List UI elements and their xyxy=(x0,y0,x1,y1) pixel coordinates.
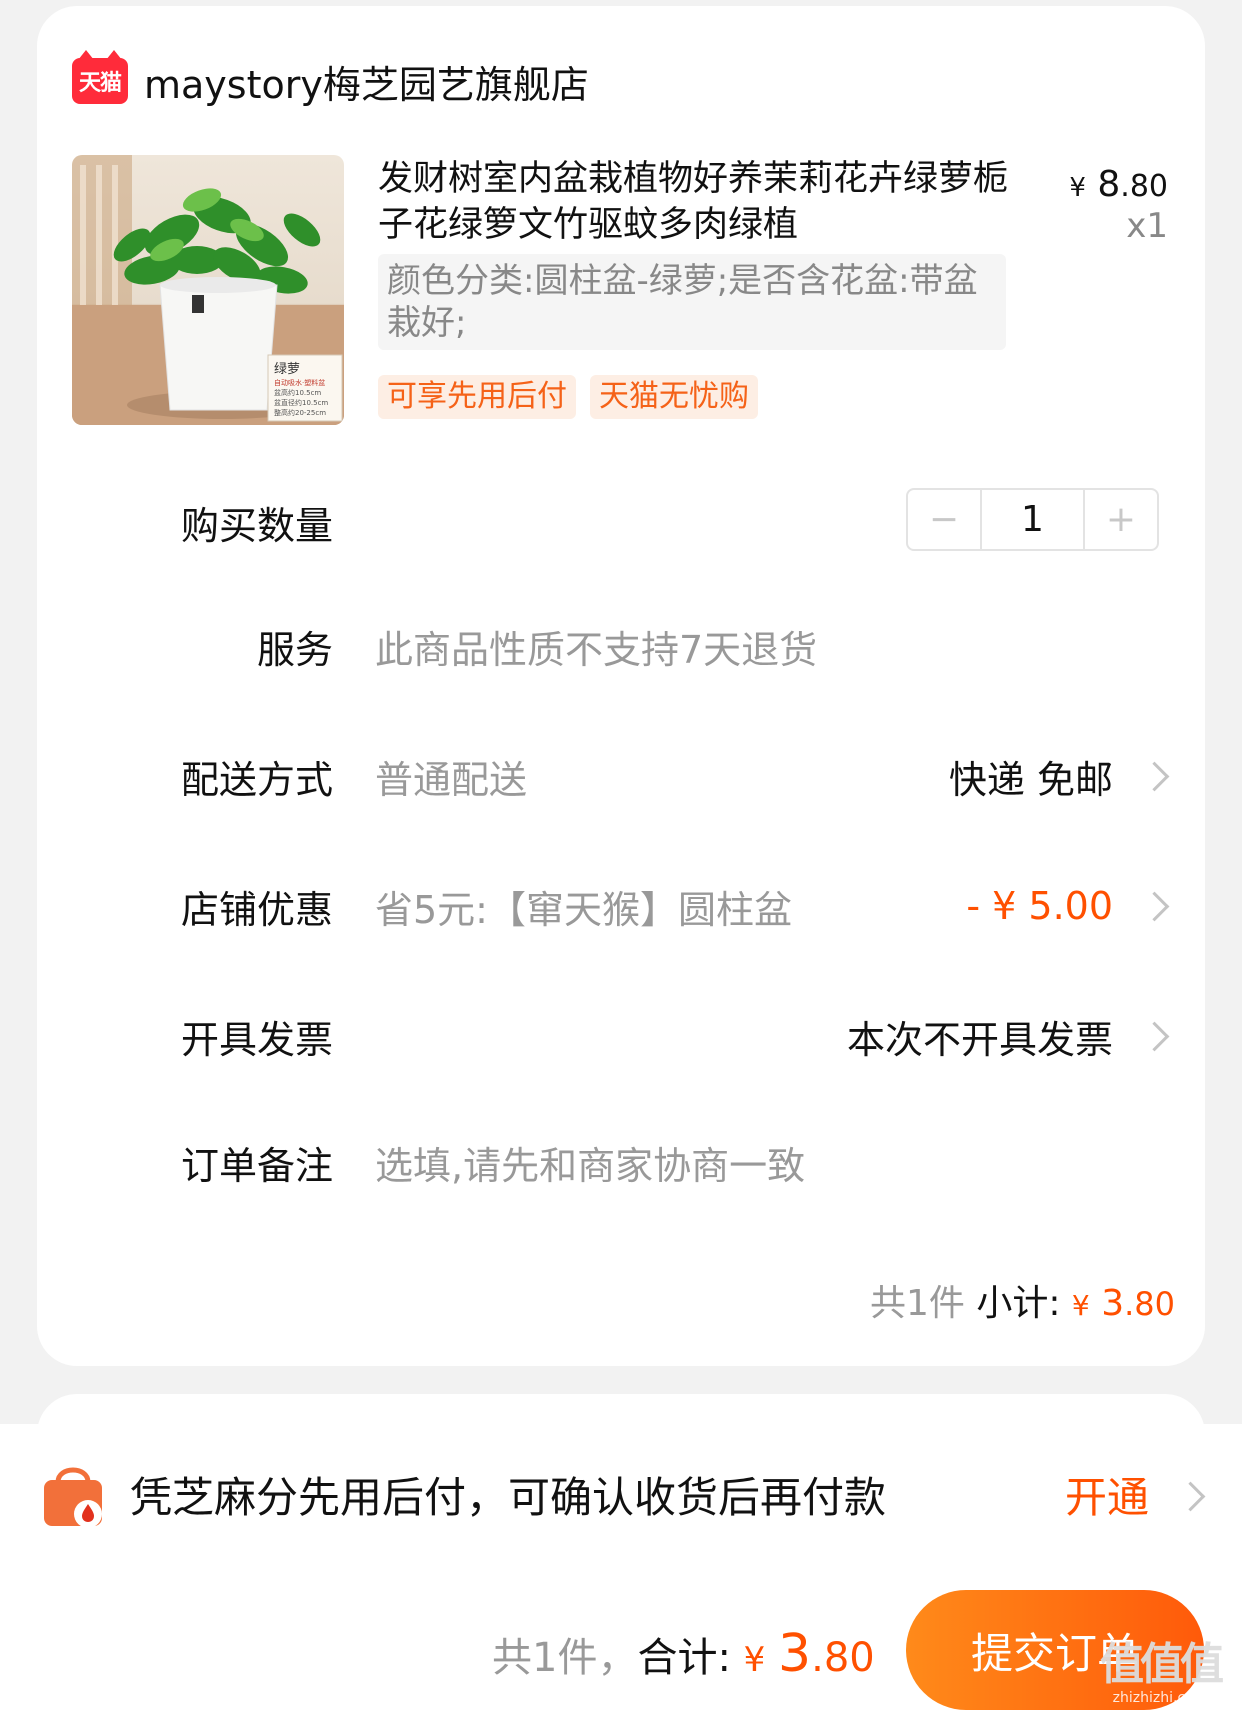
tmall-logo-icon: 天猫 xyxy=(72,50,128,104)
quantity-label: 购买数量 xyxy=(180,503,333,548)
sku-selector[interactable]: 颜色分类:圆柱盆-绿萝;是否含花盆:带盆栽好; xyxy=(378,254,1006,350)
product-image[interactable]: 绿萝 自动吸水·塑料盆 盆高约10.5cm 盆直径约10.5cm 整高约20-2… xyxy=(72,155,344,425)
discount-amount[interactable]: - ¥ 5.00 xyxy=(966,884,1113,928)
checkout-bar: 凭芝麻分先用后付，可确认收货后再付款 开通 共1件，合计: ¥ 3.80 提交订… xyxy=(0,1424,1242,1731)
svg-text:盆高约10.5cm: 盆高约10.5cm xyxy=(274,388,321,397)
svg-text:绿萝: 绿萝 xyxy=(274,362,300,377)
row-service: 服务 此商品性质不支持7天退货 xyxy=(37,616,1205,676)
svg-text:盆直径约10.5cm: 盆直径约10.5cm xyxy=(274,398,328,407)
note-input[interactable]: 选填,请先和商家协商一致 xyxy=(375,1135,805,1190)
product-price: ¥ 8.80 xyxy=(1069,164,1168,205)
quantity-value[interactable]: 1 xyxy=(980,490,1085,549)
invoice-option[interactable]: 本次不开具发票 xyxy=(847,1009,1113,1064)
chevron-right-icon[interactable] xyxy=(1139,891,1170,921)
chevron-right-icon[interactable] xyxy=(1139,1021,1170,1051)
note-label: 订单备注 xyxy=(180,1143,333,1188)
quantity-stepper[interactable]: − 1 + xyxy=(906,488,1159,551)
product-quantity: x1 xyxy=(1126,206,1168,246)
tag-pay-later: 可享先用后付 xyxy=(378,375,576,419)
zhima-promo-text: 凭芝麻分先用后付，可确认收货后再付款 xyxy=(130,1473,887,1522)
order-total: 共1件，合计: ¥ 3.80 xyxy=(492,1624,875,1684)
subtotal: 共1件 小计: ¥ 3.80 xyxy=(869,1283,1175,1324)
tag-tmall-guarantee: 天猫无忧购 xyxy=(590,375,758,419)
plant-illustration: 绿萝 自动吸水·塑料盆 盆高约10.5cm 盆直径约10.5cm 整高约20-2… xyxy=(72,155,344,425)
delivery-value: 普通配送 xyxy=(375,757,528,802)
product-title[interactable]: 发财树室内盆栽植物好养茉莉花卉绿萝栀子花绿箩文竹驱蚊多肉绿植 xyxy=(378,156,1018,248)
shop-header[interactable]: 天猫 maystory梅芝园艺旗舰店 xyxy=(72,46,589,116)
shopping-bag-icon xyxy=(44,1467,102,1528)
row-discount[interactable]: 店铺优惠 省5元:【窜天猴】圆柱盆 - ¥ 5.00 xyxy=(37,876,1205,936)
row-delivery[interactable]: 配送方式 普通配送 快递 免邮 xyxy=(37,746,1205,806)
service-label: 服务 xyxy=(256,627,333,672)
chevron-right-icon[interactable] xyxy=(1175,1481,1206,1512)
discount-label: 店铺优惠 xyxy=(180,887,333,932)
chevron-right-icon[interactable] xyxy=(1139,761,1170,791)
decrement-button[interactable]: − xyxy=(908,490,980,549)
open-zhima-link[interactable]: 开通 xyxy=(1065,1464,1149,1525)
shop-name[interactable]: maystory梅芝园艺旗舰店 xyxy=(144,54,589,109)
svg-text:自动吸水·塑料盆: 自动吸水·塑料盆 xyxy=(274,378,325,387)
delivery-label: 配送方式 xyxy=(180,757,333,802)
delivery-option[interactable]: 快递 免邮 xyxy=(949,749,1113,804)
invoice-label: 开具发票 xyxy=(180,1017,333,1062)
row-invoice[interactable]: 开具发票 本次不开具发票 xyxy=(37,1006,1205,1066)
watermark-logo: 值值值 zhizhizhi.com xyxy=(1100,1639,1224,1707)
svg-text:整高约20-25cm: 整高约20-25cm xyxy=(274,408,326,417)
product-tags: 可享先用后付 天猫无忧购 xyxy=(378,375,758,419)
discount-value: 省5元:【窜天猴】圆柱盆 xyxy=(375,887,792,932)
service-value: 此商品性质不支持7天退货 xyxy=(375,627,818,672)
increment-button[interactable]: + xyxy=(1085,490,1157,549)
row-note[interactable]: 订单备注 选填,请先和商家协商一致 xyxy=(37,1132,1205,1192)
order-card: 天猫 maystory梅芝园艺旗舰店 绿萝 自动吸水·塑料盆 盆高约10.5cm… xyxy=(37,6,1205,1366)
